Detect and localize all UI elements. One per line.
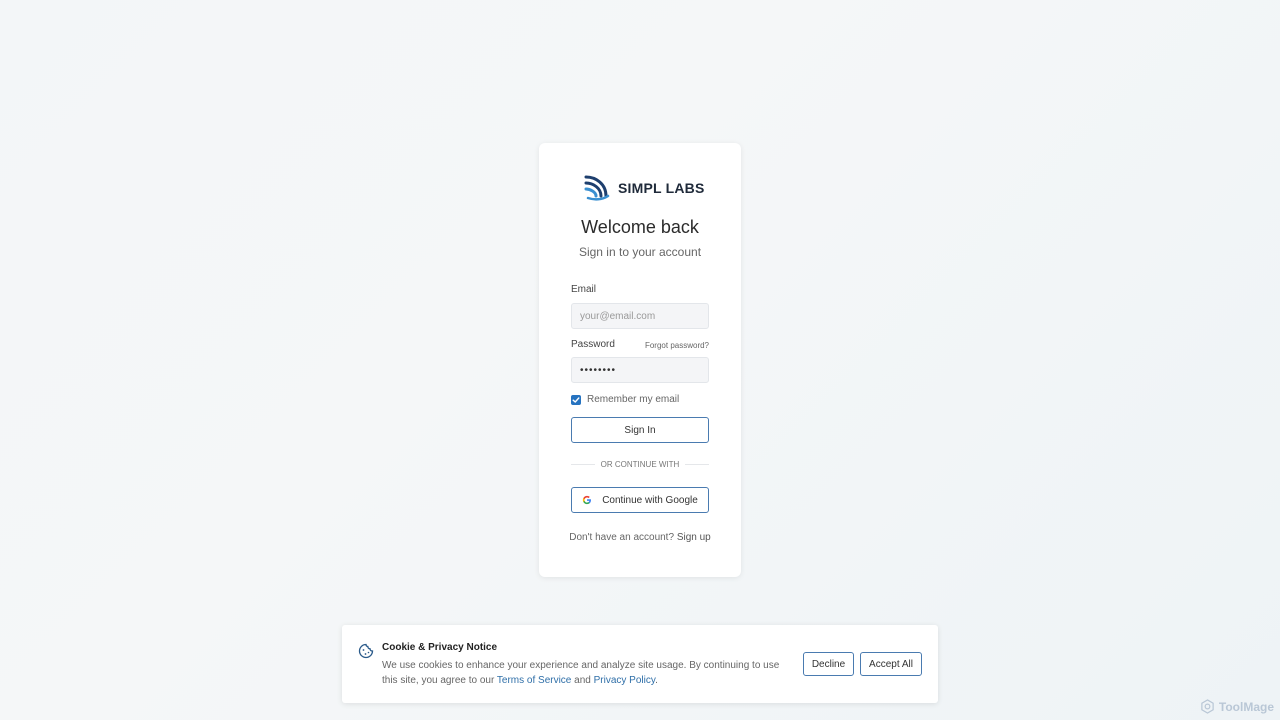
cookie-banner: Cookie & Privacy Notice We use cookies t… [342,625,938,703]
checkbox-checked-icon[interactable] [571,394,581,405]
terms-link[interactable]: Terms of Service [497,675,571,686]
simpl-labs-logo-icon [584,175,610,201]
divider: OR CONTINUE WITH [571,460,710,469]
password-field[interactable] [571,357,709,383]
email-field[interactable] [571,303,709,329]
google-sign-in-button[interactable]: Continue with Google [571,487,709,513]
cookie-icon [358,643,374,659]
email-label: Email [571,284,597,295]
toolmage-logo-icon [1201,699,1214,714]
signup-prompt: Don't have an account? Sign up [539,532,741,543]
brand-name: SIMPL LABS [618,180,705,196]
password-label: Password [571,339,615,350]
cookie-period: . [655,675,658,686]
decline-button[interactable]: Decline [803,652,854,676]
cookie-text: We use cookies to enhance your experienc… [382,658,792,688]
remember-email-label: Remember my email [587,394,680,405]
forgot-password-link[interactable]: Forgot password? [645,341,709,350]
page-subtitle: Sign in to your account [578,245,702,259]
privacy-link[interactable]: Privacy Policy [594,675,656,686]
accept-all-button[interactable]: Accept All [860,652,922,676]
watermark: ToolMage [1200,699,1274,714]
cookie-and: and [574,675,591,686]
signup-prompt-text: Don't have an account? [569,532,675,543]
login-card: SIMPL LABS Welcome back Sign in to your … [539,143,741,577]
sign-in-button[interactable]: Sign In [571,417,709,443]
sign-up-link[interactable]: Sign up [677,532,711,543]
brand: SIMPL LABS [584,174,705,202]
cookie-title: Cookie & Privacy Notice [382,642,498,653]
google-icon [583,495,592,505]
page-title: Welcome back [581,217,699,237]
google-button-label: Continue with Google [602,494,698,506]
divider-text: OR CONTINUE WITH [600,460,680,469]
remember-email-checkbox[interactable]: Remember my email [571,394,679,405]
watermark-text: ToolMage [1218,699,1274,714]
